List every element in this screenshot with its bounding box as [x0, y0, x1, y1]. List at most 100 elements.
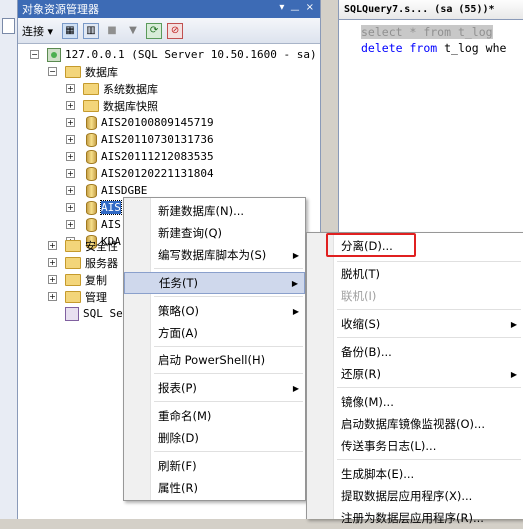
databases-label: 数据库 [85, 65, 118, 79]
expand-icon[interactable]: + [66, 152, 75, 161]
expand-icon[interactable]: + [66, 135, 75, 144]
submenu-arrow-icon: ▶ [291, 278, 298, 288]
folder-icon [65, 290, 81, 303]
context-menu: 新建数据库(N)... 新建查询(Q) 编写数据库脚本为(S) ▶ 任务(T) ▶ … [123, 197, 306, 501]
expand-icon[interactable]: + [66, 169, 75, 178]
close-icon[interactable]: × [306, 2, 314, 17]
database-icon [86, 217, 97, 232]
menu-item-start-powershell[interactable]: 启动 PowerShell(H) [124, 349, 305, 371]
folder-icon [65, 273, 81, 286]
menu-item-take-offline[interactable]: 脱机(T) [307, 263, 523, 285]
tree-node-management[interactable]: + 管理 [48, 288, 107, 305]
menu-item-mirroring-monitor[interactable]: 启动数据库镜像监视器(O)... [307, 413, 523, 435]
tree-node-database-selected[interactable]: + AIS [66, 199, 122, 216]
menu-item-tasks[interactable]: 任务(T) ▶ [124, 272, 305, 294]
folder-icon [65, 239, 81, 252]
tree-node-database[interactable]: + AIS20110730131736 [66, 131, 214, 148]
collapse-icon[interactable]: − [48, 67, 57, 76]
keyword: select [361, 25, 403, 39]
expand-icon[interactable]: + [48, 241, 57, 250]
left-dock-strip [0, 0, 18, 519]
activity-monitor-icon[interactable]: ⊘ [167, 22, 184, 39]
menu-item-restore[interactable]: 还原(R) ▶ [307, 363, 523, 385]
menu-item-new-database[interactable]: 新建数据库(N)... [124, 200, 305, 222]
expand-icon[interactable]: + [48, 292, 57, 301]
disconnect-icon[interactable]: ▥ [83, 22, 100, 39]
database-icon [86, 183, 97, 198]
tree-node-database[interactable]: + AIS20100809145719 [66, 114, 214, 131]
tree-node-database[interactable]: + AIS20120221131804 [66, 165, 214, 182]
menu-item-register-data-tier[interactable]: 注册为数据层应用程序(R)... [307, 507, 523, 529]
expand-icon[interactable]: + [66, 118, 75, 127]
expand-icon[interactable]: + [48, 275, 57, 284]
menu-item-properties[interactable]: 属性(R) [124, 477, 305, 499]
tree-node-agent[interactable]: SQL Ser [65, 305, 129, 322]
menu-item-refresh[interactable]: 刷新(F) [124, 455, 305, 477]
expand-icon[interactable]: + [48, 258, 57, 267]
tree-node-server-objects[interactable]: + 服务器 [48, 254, 118, 271]
connect-button[interactable]: 连接 ▾ [22, 23, 53, 39]
tree-node-server[interactable]: − 127.0.0.1 (SQL Server 10.50.1600 - sa) [30, 46, 317, 63]
database-icon [86, 166, 97, 181]
menu-item-script-database[interactable]: 编写数据库脚本为(S) ▶ [124, 244, 305, 266]
dropdown-icon[interactable]: ▾ [279, 2, 284, 17]
expand-icon[interactable]: + [66, 220, 75, 229]
replication-label: 复制 [85, 273, 107, 287]
code-line-1[interactable]: select * from t_log [361, 25, 493, 39]
menu-item-backup[interactable]: 备份(B)... [307, 341, 523, 363]
tree-node-security[interactable]: + 安全性 [48, 237, 118, 254]
database-icon [86, 200, 97, 215]
tree-node-replication[interactable]: + 复制 [48, 271, 107, 288]
menu-item-reports[interactable]: 报表(P) ▶ [124, 377, 305, 399]
code-text: * [402, 25, 424, 39]
code-line-2[interactable]: delete from t_log whe [361, 41, 506, 55]
database-label: AIS [101, 218, 121, 231]
collapse-icon[interactable]: − [30, 50, 39, 59]
expand-icon[interactable]: + [66, 84, 75, 93]
dock-tab[interactable] [2, 18, 15, 34]
object-explorer-title: 对象资源管理器 [22, 3, 99, 16]
connect-server-icon[interactable]: ▦ [62, 22, 79, 39]
menu-item-policies[interactable]: 策略(O) ▶ [124, 300, 305, 322]
pin-icon[interactable]: ᅳ [290, 2, 299, 17]
submenu-arrow-icon: ▶ [292, 383, 299, 393]
tree-node-databases[interactable]: − 数据库 [48, 63, 118, 80]
submenu-arrow-icon: ▶ [510, 369, 517, 379]
database-icon [86, 115, 97, 130]
expand-icon[interactable]: + [66, 101, 75, 110]
tree-node-database[interactable]: + AIS20111212083535 [66, 148, 214, 165]
menu-item-log-shipping[interactable]: 传送事务日志(L)... [307, 435, 523, 457]
object-explorer-title-bar: 对象资源管理器 ▾ ᅳ × [18, 0, 320, 18]
object-explorer-toolbar: 连接 ▾ ▦ ▥ ■ ▼ ⟳ ⊘ [18, 18, 320, 44]
database-icon [86, 132, 97, 147]
menu-item-rename[interactable]: 重命名(M) [124, 405, 305, 427]
menu-item-generate-scripts[interactable]: 生成脚本(E)... [307, 463, 523, 485]
menu-item-mirror[interactable]: 镜像(M)... [307, 391, 523, 413]
menu-item-facets[interactable]: 方面(A) [124, 322, 305, 344]
server-icon [47, 47, 61, 62]
submenu-arrow-icon: ▶ [292, 306, 299, 316]
refresh-icon[interactable]: ⟳ [146, 22, 163, 39]
code-text: t_log whe [437, 41, 507, 55]
menu-item-shrink[interactable]: 收缩(S) ▶ [307, 313, 523, 335]
editor-tab[interactable]: SQLQuery7.s... (sa (55))* [339, 0, 523, 20]
database-label: AIS20110730131736 [101, 133, 214, 146]
expand-icon[interactable]: + [66, 186, 75, 195]
expand-icon[interactable]: + [66, 203, 75, 212]
keyword: from [423, 25, 452, 39]
menu-item-extract-data-tier[interactable]: 提取数据层应用程序(X)... [307, 485, 523, 507]
tasks-submenu: 分离(D)... 脱机(T) 联机(I) 收缩(S) ▶ 备份(B)... 还原(… [306, 232, 523, 525]
filter-icon[interactable]: ▼ [125, 23, 141, 39]
menu-item-bring-online: 联机(I) [341, 289, 377, 303]
management-label: 管理 [85, 290, 107, 304]
menu-item-new-query[interactable]: 新建查询(Q) [124, 222, 305, 244]
tree-node-system-databases[interactable]: + 系统数据库 [66, 80, 158, 97]
database-label: AISDGBE [101, 184, 148, 197]
stop-icon[interactable]: ■ [104, 23, 120, 39]
tree-node-database[interactable]: + AIS [66, 216, 121, 233]
folder-icon [65, 65, 81, 78]
tree-node-snapshots[interactable]: + 数据库快照 [66, 97, 158, 114]
database-label: AIS20100809145719 [101, 116, 214, 129]
database-icon [86, 149, 97, 164]
menu-item-delete[interactable]: 删除(D) [124, 427, 305, 449]
